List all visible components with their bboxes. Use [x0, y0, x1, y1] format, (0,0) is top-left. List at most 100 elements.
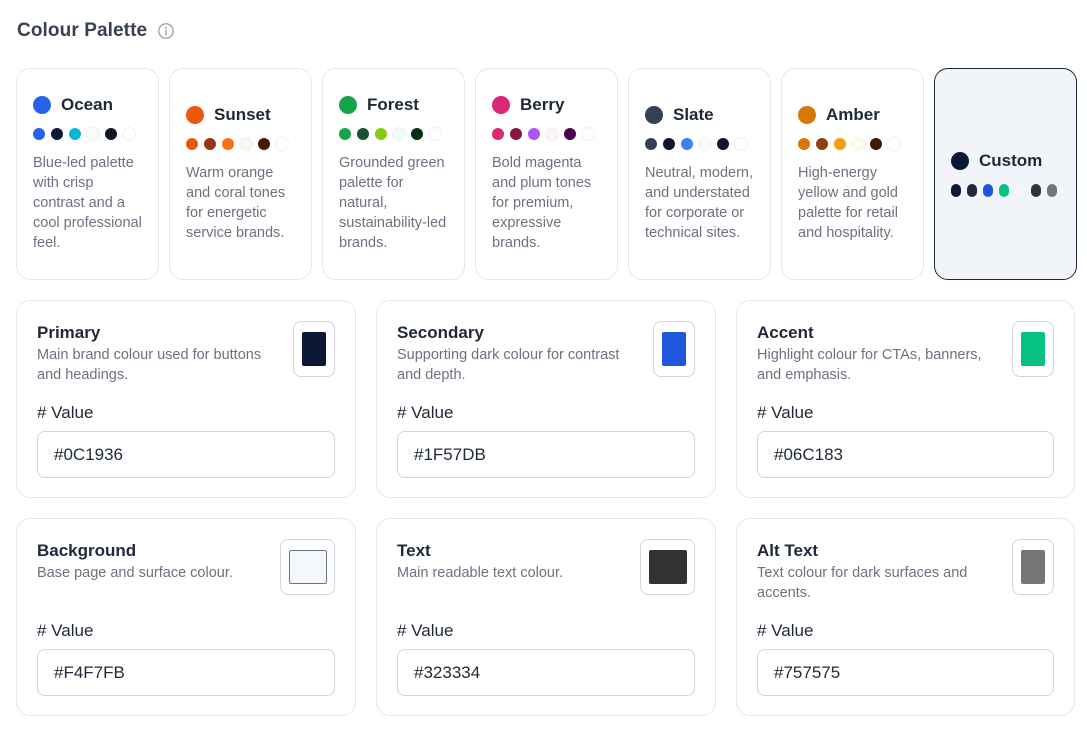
palette-swatches [798, 137, 913, 151]
palette-color-dot [339, 96, 357, 114]
palette-color-dot [798, 106, 816, 124]
palette-card-forest[interactable]: Forest Grounded green palette for natura… [322, 68, 465, 280]
swatch-dot [240, 138, 252, 150]
palette-description: Grounded green palette for natural, sust… [339, 155, 447, 251]
swatch-dot [87, 128, 99, 140]
swatch-dot [663, 138, 675, 150]
palette-head: Ocean [33, 95, 148, 115]
swatch-dot [276, 138, 288, 150]
palette-color-dot [186, 106, 204, 124]
palette-description: Bold magenta and plum tones for premium,… [492, 155, 592, 251]
info-circle-icon[interactable] [157, 22, 175, 40]
colour-chip [302, 332, 326, 366]
palette-color-dot [645, 106, 663, 124]
palette-swatches [186, 137, 301, 151]
palette-head: Berry [492, 95, 607, 115]
value-label: # Value [397, 621, 454, 640]
value-label: # Value [397, 403, 454, 422]
swatch-dot [967, 183, 977, 197]
swatch-dot [492, 128, 504, 140]
swatch-dot [204, 138, 216, 150]
hex-value-input[interactable] [757, 431, 1054, 478]
hex-value-input[interactable] [397, 649, 695, 696]
palette-name: Ocean [61, 95, 113, 114]
colour-picker-button[interactable] [1012, 539, 1054, 595]
value-label: # Value [37, 621, 94, 640]
hex-value-input[interactable] [37, 431, 335, 478]
colour-picker-button[interactable] [293, 321, 335, 377]
palette-description: High-energy yellow and gold palette for … [798, 165, 898, 241]
palette-swatches [951, 183, 1066, 197]
swatch-dot [1031, 183, 1041, 197]
colour-chip [648, 550, 687, 584]
swatch-dot [69, 128, 81, 140]
hex-value-input[interactable] [757, 649, 1054, 696]
palette-card-amber[interactable]: Amber High-energy yellow and gold palett… [781, 68, 924, 280]
palette-name: Sunset [214, 105, 271, 124]
hex-value-input[interactable] [37, 649, 335, 696]
colour-picker-button[interactable] [653, 321, 695, 377]
palette-color-dot [492, 96, 510, 114]
value-label: # Value [757, 621, 814, 640]
palette-name: Berry [520, 95, 565, 114]
swatch-dot [870, 138, 882, 150]
palette-description: Warm orange and coral tones for energeti… [186, 165, 286, 241]
swatch-dot [528, 128, 540, 140]
colour-card-text: Text Main readable text colour. # Value [376, 518, 716, 716]
palette-swatches [339, 127, 454, 141]
swatch-dot [852, 138, 864, 150]
colour-title: Primary [37, 323, 101, 342]
colour-chip [662, 332, 686, 366]
colour-picker-button[interactable] [280, 539, 335, 595]
swatch-dot [717, 138, 729, 150]
palette-description: Neutral, modern, and understated for cor… [645, 165, 753, 241]
colour-chip [1021, 332, 1045, 366]
palette-color-dot [951, 152, 969, 170]
colour-picker-button[interactable] [640, 539, 695, 595]
swatch-dot [339, 128, 351, 140]
swatch-dot [798, 138, 810, 150]
swatch-dot [222, 138, 234, 150]
colour-title: Alt Text [757, 541, 819, 560]
swatch-dot [1047, 183, 1057, 197]
palette-card-sunset[interactable]: Sunset Warm orange and coral tones for e… [169, 68, 312, 280]
swatch-dot [33, 128, 45, 140]
colour-chip [1021, 550, 1045, 584]
hex-value-input[interactable] [397, 431, 695, 478]
swatch-dot [186, 138, 198, 150]
swatch-dot [546, 128, 558, 140]
palette-name: Slate [673, 105, 714, 124]
palette-card-custom[interactable]: Custom [934, 68, 1077, 280]
swatch-dot [123, 128, 135, 140]
palette-card-berry[interactable]: Berry Bold magenta and plum tones for pr… [475, 68, 618, 280]
swatch-dot [681, 138, 693, 150]
palette-card-ocean[interactable]: Ocean Blue-led palette with crisp contra… [16, 68, 159, 280]
value-label: # Value [37, 403, 94, 422]
palette-name: Custom [979, 151, 1043, 170]
palette-card-slate[interactable]: Slate Neutral, modern, and understated f… [628, 68, 771, 280]
swatch-dot [645, 138, 657, 150]
swatch-dot [375, 128, 387, 140]
palette-head: Amber [798, 105, 913, 125]
swatch-dot [510, 128, 522, 140]
colour-description: Main readable text colour. [397, 565, 564, 581]
palette-color-dot [33, 96, 51, 114]
value-label: # Value [757, 403, 814, 422]
swatch-dot [699, 138, 711, 150]
colour-chip [288, 550, 327, 584]
palette-head: Custom [951, 151, 1066, 171]
swatch-dot [1015, 183, 1025, 197]
colour-picker-button[interactable] [1012, 321, 1054, 377]
swatch-dot [393, 128, 405, 140]
colour-settings-grid: Primary Main brand colour used for butto… [16, 300, 1075, 716]
colour-description: Base page and surface colour. [37, 565, 233, 581]
palette-head: Slate [645, 105, 760, 125]
swatch-dot [51, 128, 63, 140]
colour-card-accent: Accent Highlight colour for CTAs, banner… [736, 300, 1075, 498]
swatch-dot [357, 128, 369, 140]
swatch-dot [999, 183, 1009, 197]
swatch-dot [429, 128, 441, 140]
colour-description: Supporting dark colour for contrast and … [397, 347, 620, 383]
palette-head: Sunset [186, 105, 301, 125]
swatch-dot [105, 128, 117, 140]
